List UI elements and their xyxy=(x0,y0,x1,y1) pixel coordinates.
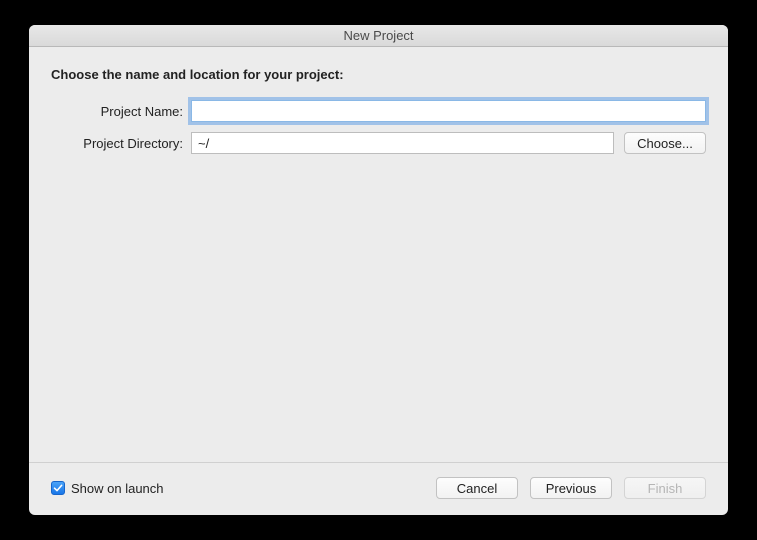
titlebar: New Project xyxy=(29,25,728,47)
button-group: Cancel Previous Finish xyxy=(436,477,706,499)
project-directory-label: Project Directory: xyxy=(51,136,191,151)
project-name-row: Project Name: xyxy=(51,100,706,122)
spacer xyxy=(51,164,706,450)
choose-button[interactable]: Choose... xyxy=(624,132,706,154)
dialog-content: Choose the name and location for your pr… xyxy=(29,47,728,462)
new-project-dialog: New Project Choose the name and location… xyxy=(29,25,728,515)
cancel-button[interactable]: Cancel xyxy=(436,477,518,499)
window-title: New Project xyxy=(343,28,413,43)
project-name-label: Project Name: xyxy=(51,104,191,119)
project-name-input[interactable] xyxy=(191,100,706,122)
previous-button[interactable]: Previous xyxy=(530,477,612,499)
dialog-footer: Show on launch Cancel Previous Finish xyxy=(29,462,728,515)
project-directory-row: Project Directory: Choose... xyxy=(51,132,706,154)
show-on-launch-label: Show on launch xyxy=(71,481,164,496)
heading: Choose the name and location for your pr… xyxy=(51,67,706,82)
show-on-launch-checkbox[interactable]: Show on launch xyxy=(51,481,164,496)
checkbox-checked-icon xyxy=(51,481,65,495)
project-directory-input[interactable] xyxy=(191,132,614,154)
finish-button: Finish xyxy=(624,477,706,499)
